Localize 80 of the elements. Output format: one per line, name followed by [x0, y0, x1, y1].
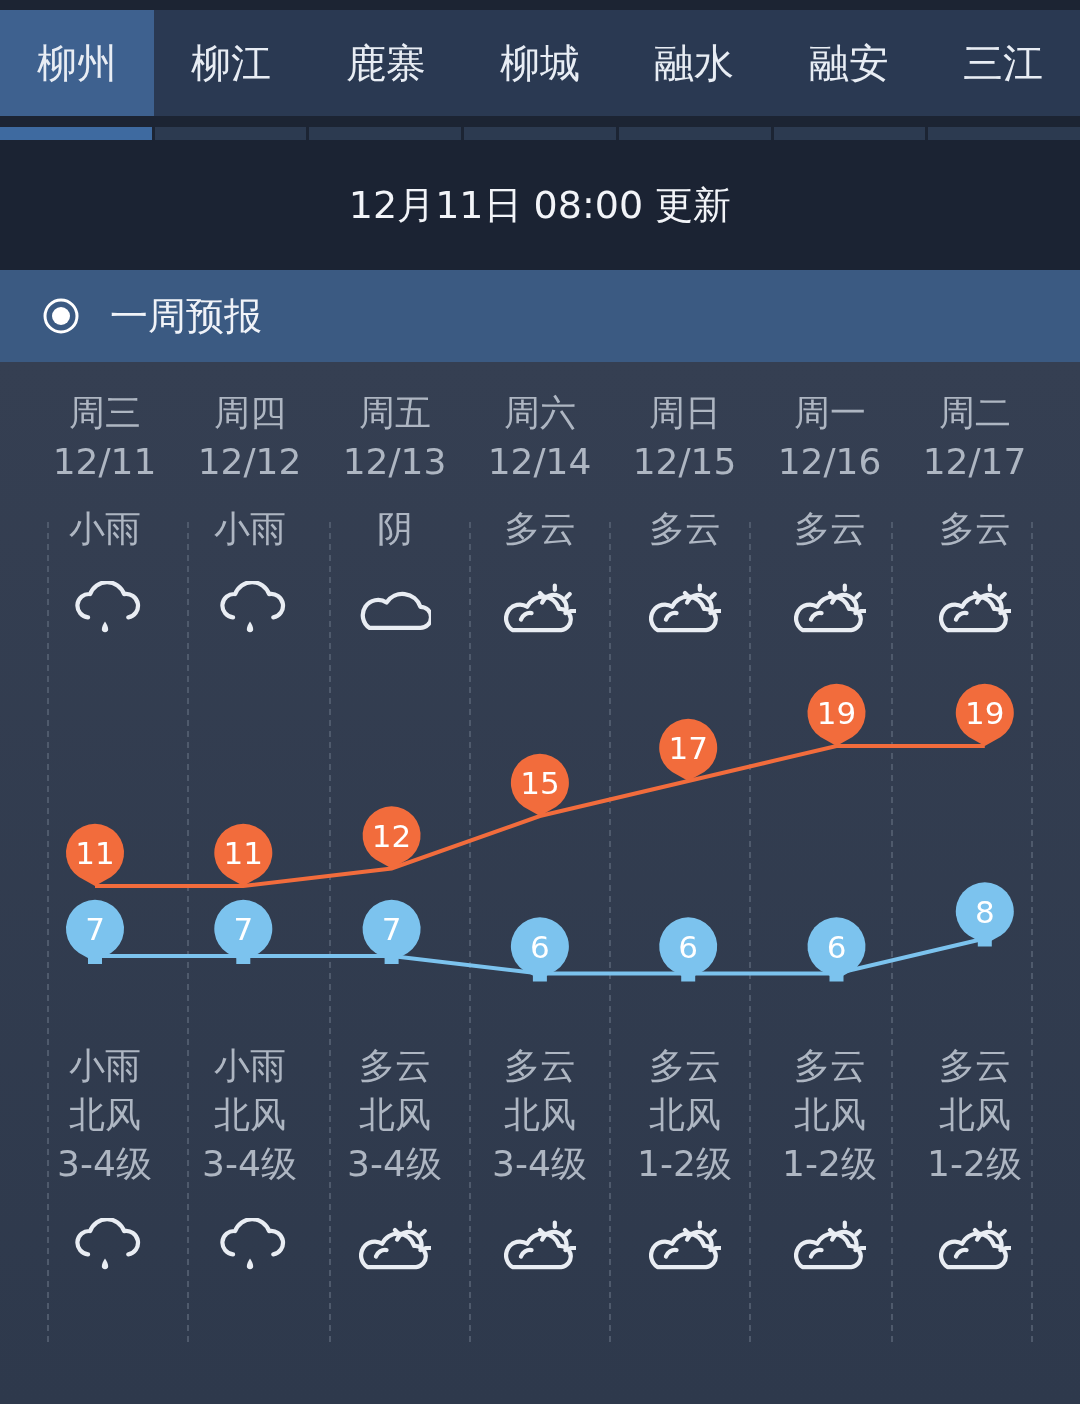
date-label: 12/14 [487, 440, 592, 484]
day-weather-label: 多云 [793, 507, 866, 551]
temperature-pin: 7 [66, 899, 124, 964]
data-label: 19 [965, 695, 1005, 731]
wind-direction-label: 北风 [68, 1093, 141, 1137]
weekday-label: 周一 [793, 391, 866, 435]
wind-direction-label: 北风 [648, 1093, 721, 1137]
temperature-pin: 12 [362, 806, 421, 869]
city-tab[interactable]: 融水 [617, 10, 772, 116]
data-label: 6 [530, 928, 550, 965]
weekday-label: 周五 [358, 391, 431, 435]
temperature-pin: 6 [807, 917, 866, 982]
temperature-pin: 7 [214, 899, 273, 964]
wind-level-label: 1-2级 [637, 1142, 732, 1186]
city-tab[interactable]: 柳城 [462, 10, 618, 116]
city-tab[interactable]: 融安 [771, 10, 926, 116]
data-label: 11 [223, 835, 264, 871]
temperature-pin: 8 [955, 882, 1014, 947]
date-label: 12/17 [922, 440, 1027, 484]
city-tab[interactable]: 柳江 [154, 10, 309, 116]
temperature-pin: 6 [659, 917, 718, 982]
data-label: 7 [233, 911, 254, 947]
temperature-pin: 19 [955, 683, 1014, 746]
weekday-label: 周六 [503, 391, 576, 435]
city-tab[interactable]: 三江 [925, 10, 1080, 116]
night-weather-label: 小雨 [213, 1044, 286, 1088]
data-label: 8 [974, 893, 995, 930]
temperature-pin: 11 [214, 823, 273, 886]
day-weather-label: 小雨 [213, 507, 286, 551]
temperature-pin: 19 [807, 683, 866, 746]
wind-level-label: 1-2级 [782, 1142, 877, 1186]
data-label: 6 [826, 928, 847, 965]
wind-level-label: 3-4级 [202, 1142, 297, 1186]
date-label: 12/15 [632, 440, 737, 484]
temperature-pin: 6 [510, 917, 569, 982]
weekday-label: 周三 [68, 391, 141, 435]
day-weather-label: 小雨 [68, 507, 141, 551]
weekday-label: 周四 [213, 391, 286, 435]
night-weather-label: 多云 [648, 1044, 721, 1088]
city-tab[interactable]: 鹿寨 [308, 10, 463, 116]
night-weather-label: 多云 [938, 1044, 1011, 1088]
night-weather-label: 多云 [503, 1044, 576, 1088]
update-time: 12月11日 08:00 更新 [348, 181, 732, 229]
wind-level-label: 3-4级 [347, 1142, 442, 1186]
date-label: 12/12 [197, 440, 302, 484]
radio-icon [42, 297, 80, 335]
date-label: 12/11 [52, 440, 157, 484]
day-weather-label: 阴 [376, 507, 413, 551]
day-weather-label: 多云 [503, 507, 576, 551]
temperature-pin: 7 [362, 899, 421, 964]
wind-direction-label: 北风 [793, 1093, 866, 1137]
night-weather-label: 小雨 [68, 1044, 141, 1088]
data-label: 7 [381, 911, 402, 947]
data-label: 17 [668, 730, 708, 766]
section-title: 一周预报 [110, 292, 262, 340]
wind-level-label: 3-4级 [57, 1142, 152, 1186]
weekday-label: 周日 [648, 391, 721, 435]
data-label: 19 [816, 695, 857, 731]
data-label: 15 [520, 765, 560, 801]
wind-level-label: 3-4级 [492, 1142, 587, 1186]
wind-level-label: 1-2级 [927, 1142, 1022, 1186]
day-weather-label: 多云 [648, 507, 721, 551]
date-label: 12/16 [777, 440, 882, 484]
date-label: 12/13 [342, 440, 447, 484]
day-weather-label: 多云 [938, 507, 1011, 551]
temperature-pin: 15 [510, 753, 569, 816]
wind-direction-label: 北风 [503, 1093, 576, 1137]
city-tab[interactable]: 柳州 [0, 10, 155, 116]
weekday-label: 周二 [938, 391, 1011, 435]
data-label: 11 [75, 835, 115, 871]
data-label: 7 [85, 911, 105, 947]
temperature-pin: 17 [659, 718, 718, 781]
night-weather-label: 多云 [358, 1044, 431, 1088]
wind-direction-label: 北风 [938, 1093, 1011, 1137]
data-label: 12 [371, 817, 412, 854]
night-weather-label: 多云 [793, 1044, 866, 1088]
data-label: 6 [678, 928, 699, 965]
temperature-pin: 11 [66, 823, 124, 886]
wind-direction-label: 北风 [358, 1093, 431, 1137]
wind-direction-label: 北风 [213, 1093, 286, 1137]
